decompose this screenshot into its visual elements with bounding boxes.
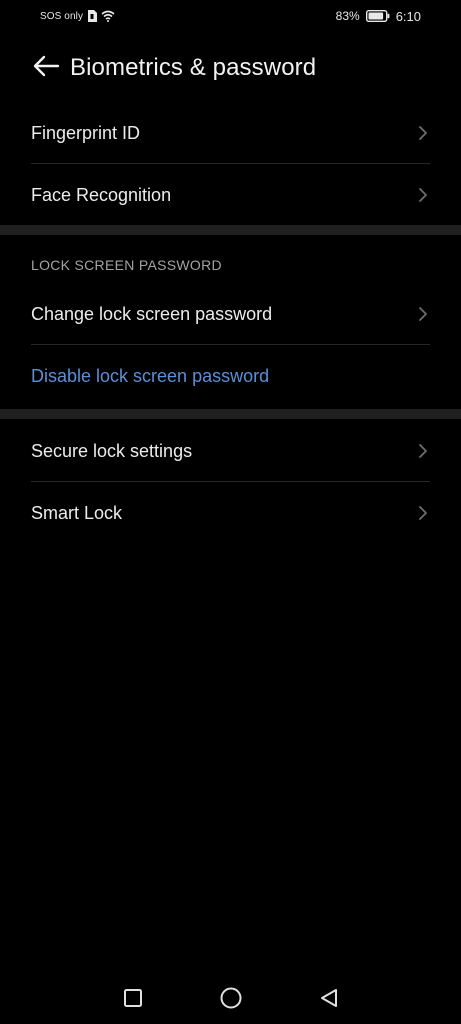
change-lock-password-label: Change lock screen password <box>31 303 273 324</box>
chevron-right-icon <box>419 506 427 520</box>
carrier-text: SOS only <box>40 10 84 22</box>
wifi-icon <box>101 10 115 22</box>
battery-icon <box>365 10 390 22</box>
back-nav-button[interactable] <box>315 984 343 1012</box>
security-list: Secure lock settings Smart Lock <box>0 420 461 544</box>
back-arrow-icon <box>32 55 60 82</box>
clock: 6:10 <box>395 8 421 24</box>
back-triangle-icon <box>320 989 337 1007</box>
battery-percent: 83% <box>335 9 360 23</box>
page-title: Biometrics & password <box>70 54 317 81</box>
disable-lock-password-item[interactable]: Disable lock screen password <box>0 345 461 407</box>
status-bar: SOS only 83% 6:10 <box>0 0 461 32</box>
sim-icon <box>87 10 98 22</box>
smart-lock-label: Smart Lock <box>31 502 123 523</box>
back-button[interactable] <box>16 44 76 92</box>
status-right: 83% 6:10 <box>336 9 421 24</box>
face-recognition-label: Face Recognition <box>31 184 172 205</box>
fingerprint-id-label: Fingerprint ID <box>31 122 141 143</box>
recents-square-icon <box>123 989 142 1007</box>
secure-lock-settings-label: Secure lock settings <box>31 440 193 461</box>
status-left: SOS only <box>40 10 115 22</box>
smart-lock-item[interactable]: Smart Lock <box>0 482 461 544</box>
lock-screen-section: LOCK SCREEN PASSWORD Change lock screen … <box>0 235 461 407</box>
home-button[interactable] <box>217 984 245 1012</box>
recents-button[interactable] <box>119 984 147 1012</box>
secure-lock-settings-item[interactable]: Secure lock settings <box>0 420 461 482</box>
section-gap <box>0 225 461 235</box>
chevron-right-icon <box>419 126 427 140</box>
section-gap <box>0 409 461 419</box>
settings-screen: SOS only 83% 6:10 Biometrics & password … <box>0 0 461 1024</box>
fingerprint-id-item[interactable]: Fingerprint ID <box>0 102 461 164</box>
chevron-right-icon <box>419 307 427 321</box>
face-recognition-item[interactable]: Face Recognition <box>0 164 461 226</box>
home-circle-icon <box>220 987 241 1009</box>
chevron-right-icon <box>419 188 427 202</box>
biometrics-list: Fingerprint ID Face Recognition <box>0 102 461 226</box>
chevron-right-icon <box>419 444 427 458</box>
section-header: LOCK SCREEN PASSWORD <box>31 257 222 273</box>
app-header: Biometrics & password <box>0 44 461 92</box>
disable-lock-password-label: Disable lock screen password <box>31 365 270 386</box>
change-lock-password-item[interactable]: Change lock screen password <box>0 283 461 345</box>
navigation-bar <box>0 972 461 1024</box>
